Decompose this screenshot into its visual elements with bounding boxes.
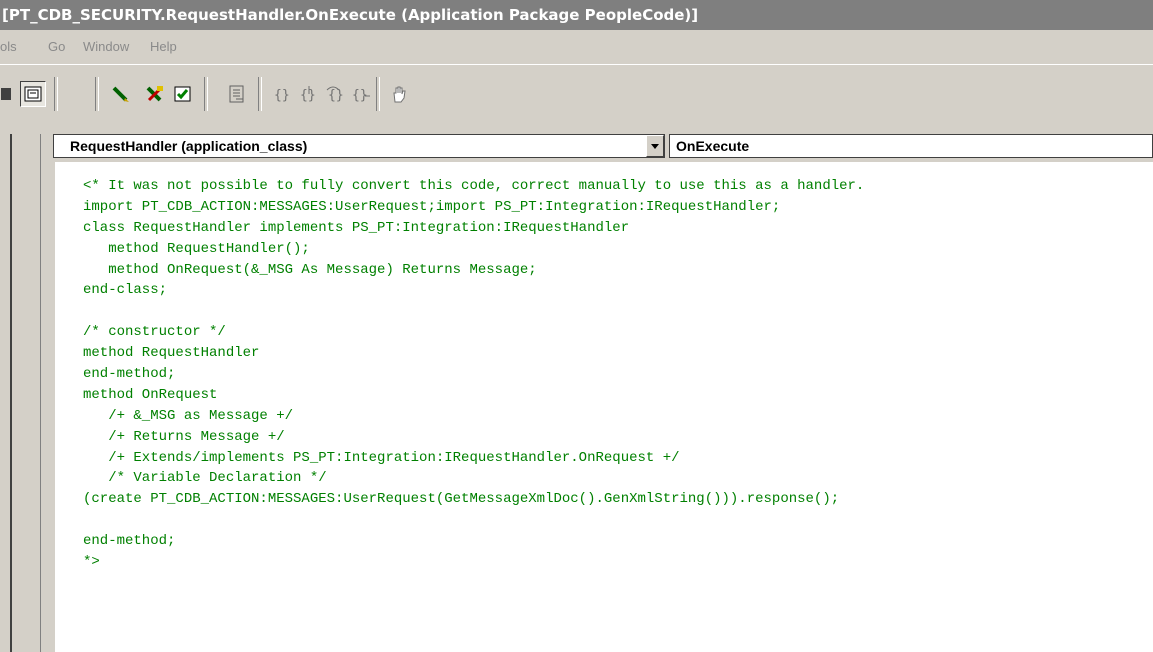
object-combo[interactable]: RequestHandler (application_class) xyxy=(53,134,665,158)
code-editor[interactable]: <* It was not possible to fully convert … xyxy=(55,162,1153,652)
validate-syntax-icon[interactable] xyxy=(110,83,132,105)
code-line: end-method; xyxy=(83,533,176,550)
object-dropdown-button[interactable] xyxy=(646,135,664,157)
code-line: *> xyxy=(83,554,100,571)
step-over-icon[interactable]: {} xyxy=(324,83,346,105)
clear-breakpoints-icon[interactable] xyxy=(144,83,166,105)
menu-go[interactable]: Go xyxy=(48,30,65,64)
event-combo[interactable]: OnExecute xyxy=(669,134,1153,158)
step-into-icon[interactable]: {} xyxy=(298,83,320,105)
code-line: /* Variable Declaration */ xyxy=(83,470,327,487)
code-line: (create PT_CDB_ACTION:MESSAGES:UserReque… xyxy=(83,491,840,508)
code-line: /* constructor */ xyxy=(83,324,226,341)
code-line: method RequestHandler xyxy=(83,345,260,362)
toolbar-edge-button[interactable] xyxy=(0,83,14,105)
code-text[interactable]: <* It was not possible to fully convert … xyxy=(55,162,1153,573)
code-line: import PT_CDB_ACTION:MESSAGES:UserReques… xyxy=(83,198,781,215)
svg-text:{}: {} xyxy=(328,88,344,103)
menu-bar: ols Go Window Help xyxy=(0,30,1153,64)
code-line: /+ Returns Message +/ xyxy=(83,428,285,445)
svg-text:{}: {} xyxy=(274,88,290,103)
code-line: /+ Extends/implements PS_PT:Integration:… xyxy=(83,449,680,466)
gutter-divider xyxy=(40,134,41,652)
code-line: <* It was not possible to fully convert … xyxy=(83,178,865,194)
svg-text:{}: {} xyxy=(300,88,316,103)
code-line: /+ &_MSG as Message +/ xyxy=(83,407,294,424)
menu-help[interactable]: Help xyxy=(150,30,177,64)
code-line: end-class; xyxy=(83,282,168,299)
code-line: method OnRequest xyxy=(83,386,218,403)
window-title: [PT_CDB_SECURITY.RequestHandler.OnExecut… xyxy=(0,0,1153,30)
menu-window[interactable]: Window xyxy=(83,30,129,64)
editor-pane: RequestHandler (application_class) OnExe… xyxy=(0,124,1153,652)
menu-tools[interactable]: ols xyxy=(0,30,17,64)
code-line: method RequestHandler(); xyxy=(83,240,310,257)
step-out-icon[interactable]: {} xyxy=(350,83,372,105)
properties-icon[interactable] xyxy=(20,81,46,107)
go-to-icon[interactable]: {} xyxy=(272,83,294,105)
code-line: class RequestHandler implements PS_PT:In… xyxy=(83,219,630,236)
chevron-down-icon xyxy=(651,143,659,149)
toolbar: {} {} {} {} xyxy=(0,64,1153,124)
gutter-divider xyxy=(10,134,12,652)
code-line: method OnRequest(&_MSG As Message) Retur… xyxy=(83,261,537,278)
hand-icon[interactable] xyxy=(388,83,410,105)
checkbox-icon[interactable] xyxy=(172,83,194,105)
code-line: end-method; xyxy=(83,366,176,383)
list-icon[interactable] xyxy=(226,83,248,105)
